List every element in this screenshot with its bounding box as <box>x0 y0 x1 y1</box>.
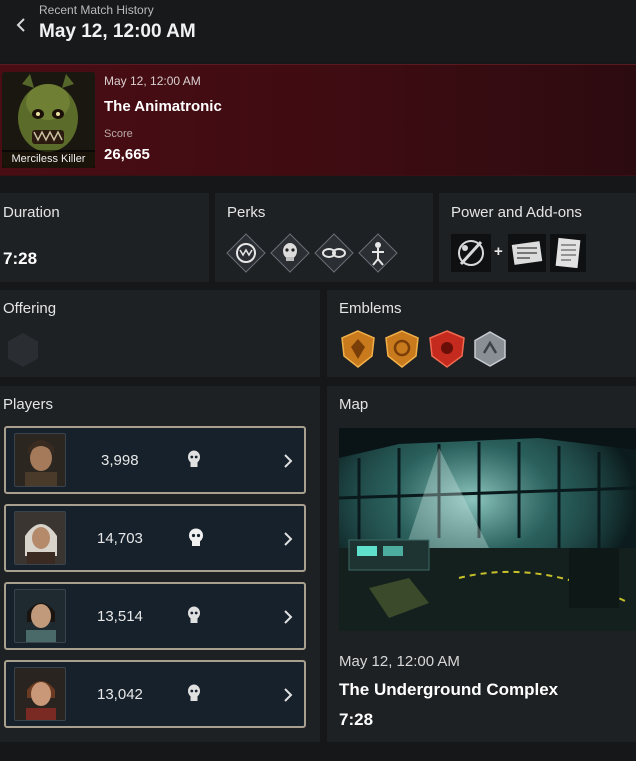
perk-jaws-icon[interactable] <box>226 233 266 273</box>
chevron-right-icon <box>284 610 293 624</box>
match-date: May 12, 12:00 AM <box>104 74 201 88</box>
player-row-2[interactable]: 14,703 <box>4 504 306 572</box>
chevron-right-icon <box>284 532 293 546</box>
player-row-4[interactable]: 13,042 <box>4 660 306 728</box>
power-addons-label: Power and Add-ons <box>451 204 582 221</box>
chevron-left-icon <box>16 18 25 32</box>
score-value: 26,665 <box>104 146 150 163</box>
plus-sign: + <box>494 243 503 260</box>
skull-icon <box>188 450 200 467</box>
malicious-emblem-icon[interactable] <box>427 329 467 369</box>
duration-value: 7:28 <box>3 249 38 268</box>
map-name: The Underground Complex <box>339 680 559 699</box>
perk-chain-icon[interactable] <box>314 233 354 273</box>
skull-icon <box>188 684 200 701</box>
player-row-3[interactable]: 13,514 <box>4 582 306 650</box>
player-score: 14,703 <box>97 530 143 547</box>
avatar <box>14 667 66 721</box>
devout-emblem-icon[interactable] <box>383 329 421 369</box>
map-label: Map <box>339 396 369 413</box>
perks-row <box>224 232 414 274</box>
avatar <box>14 433 66 487</box>
chevron-right-icon <box>284 454 293 468</box>
offering-empty-icon <box>8 333 38 367</box>
map-image[interactable] <box>339 428 636 631</box>
header-subtitle: Recent Match History <box>39 3 154 17</box>
player-score: 3,998 <box>101 452 139 469</box>
map-date: May 12, 12:00 AM <box>339 653 460 670</box>
power-icon[interactable] <box>451 234 491 272</box>
skull-icon <box>189 528 203 546</box>
skull-icon <box>188 606 200 623</box>
chaser-emblem-icon[interactable] <box>472 331 508 367</box>
chevron-right-icon <box>284 688 293 702</box>
perk-skull-icon[interactable] <box>270 233 310 273</box>
player-score: 13,514 <box>97 608 143 625</box>
players-label: Players <box>3 396 54 413</box>
avatar <box>14 511 66 565</box>
addon-paper-icon[interactable] <box>550 234 586 272</box>
addon-newspaper-icon[interactable] <box>508 234 546 272</box>
duration-label: Duration <box>3 204 60 221</box>
page-title: May 12, 12:00 AM <box>39 21 196 42</box>
rank-tag: Merciless Killer <box>2 150 95 168</box>
player-row-1[interactable]: 3,998 <box>4 426 306 494</box>
match-summary-banner <box>0 64 636 176</box>
map-duration: 7:28 <box>339 710 374 729</box>
offering-label: Offering <box>3 300 57 317</box>
avatar <box>14 589 66 643</box>
perks-label: Perks <box>227 204 266 221</box>
player-score: 13,042 <box>97 686 143 703</box>
perk-figure-icon[interactable] <box>358 233 398 273</box>
score-label: Score <box>104 128 133 140</box>
back-button[interactable] <box>10 12 32 38</box>
emblems-label: Emblems <box>339 300 402 317</box>
character-name: The Animatronic <box>104 98 222 115</box>
gatekeeper-emblem-icon[interactable] <box>339 329 377 369</box>
